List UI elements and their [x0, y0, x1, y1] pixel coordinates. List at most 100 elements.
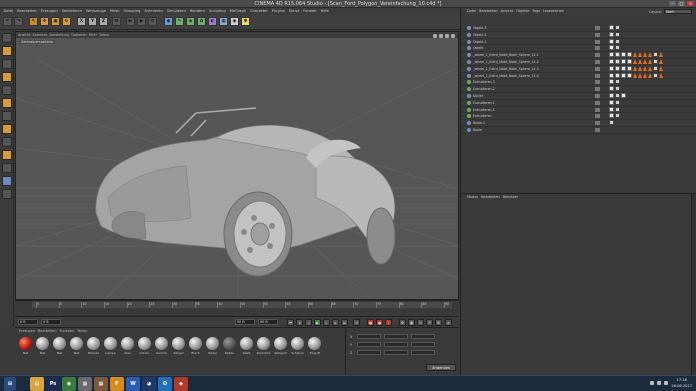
texture-mode-icon[interactable]: [2, 59, 12, 69]
menu-item-mesh[interactable]: Mesh: [109, 8, 121, 15]
phong-tag-icon[interactable]: [609, 45, 614, 51]
phong-tag-icon[interactable]: [609, 52, 614, 58]
timeline-menu-icon[interactable]: ≡: [445, 319, 452, 326]
material-item[interactable]: Türgriff: [307, 337, 322, 355]
warn-tag-icon[interactable]: [638, 72, 642, 78]
live-selection-icon[interactable]: ↖: [29, 17, 38, 26]
taskbar-app5-icon[interactable]: ▦: [94, 377, 108, 391]
warn-tag-icon[interactable]: [633, 72, 637, 78]
material-menu-funktion[interactable]: Funktion: [60, 329, 75, 333]
taskbar-app4-icon[interactable]: ▦: [78, 377, 92, 391]
visibility-dots-icon[interactable]: [595, 26, 600, 30]
coord-p-field[interactable]: [411, 342, 435, 347]
taskbar-photoshop-icon[interactable]: Ps: [46, 377, 60, 391]
material-item[interactable]: Rädel: [205, 337, 220, 355]
timeline[interactable]: 0 5 10 15 20 25 30 35 40 45 50 55 60 65 70 75 80 85 90: [15, 300, 459, 316]
check-tag-icon[interactable]: [653, 52, 658, 58]
material-item[interactable]: Mat: [52, 337, 67, 355]
menu-item-selektieren[interactable]: Selektieren: [60, 8, 83, 15]
object-menu-objekte[interactable]: Objekte: [516, 8, 529, 15]
check-tag-icon[interactable]: [653, 65, 658, 71]
taskbar-app6-icon[interactable]: F: [110, 377, 124, 391]
current-frame-field[interactable]: 0 B: [41, 319, 61, 325]
warn-tag-icon[interactable]: [659, 72, 663, 78]
attribute-menu-benutzer[interactable]: Benutzer: [503, 194, 518, 201]
axis-x-button[interactable]: X: [77, 17, 86, 26]
end-frame-field[interactable]: 90 B: [235, 319, 255, 325]
visibility-dots-icon[interactable]: [595, 107, 600, 112]
object-row[interactable]: Objekt.2: [461, 31, 696, 39]
phong-tag-icon[interactable]: [615, 52, 620, 58]
warn-tag-icon[interactable]: [643, 65, 647, 71]
visibility-dots-icon[interactable]: [595, 53, 600, 58]
phong-tag-icon[interactable]: [609, 31, 614, 37]
check-tag-icon[interactable]: [615, 106, 620, 112]
network-icon[interactable]: [650, 381, 654, 385]
material-item[interactable]: Chrom: [137, 337, 152, 355]
warn-tag-icon[interactable]: [633, 58, 637, 64]
object-name[interactable]: _wheel_1_Extrd_Nobil_Nobil_Sphere_14.4: [473, 73, 591, 79]
object-row[interactable]: Objekt: [461, 45, 696, 53]
material-item[interactable]: Scheinw: [290, 337, 305, 355]
phong-tag-icon[interactable]: [609, 99, 614, 105]
move-icon[interactable]: ✥: [40, 17, 49, 26]
light-icon[interactable]: ✱: [241, 17, 250, 26]
warn-tag-icon[interactable]: [633, 52, 637, 58]
object-row[interactable]: Objekt.3: [461, 25, 696, 32]
workplane-icon[interactable]: [2, 72, 12, 82]
pen-icon[interactable]: ✎: [175, 17, 184, 26]
visibility-dots-icon[interactable]: [595, 114, 600, 119]
warn-tag-icon[interactable]: [659, 52, 663, 58]
play-icon[interactable]: ▶: [314, 319, 321, 326]
windows-start-icon[interactable]: ⊞: [4, 377, 16, 391]
material-menu-erzeugen[interactable]: Erzeugen: [19, 329, 35, 333]
axis-z-button[interactable]: Z: [99, 17, 108, 26]
coord-h-field[interactable]: [411, 334, 435, 339]
warn-tag-icon[interactable]: [643, 72, 647, 78]
3d-viewport[interactable]: Ansicht Kameras Darstellung Optionen Filter T…: [15, 31, 459, 300]
phong-tag-icon[interactable]: [609, 72, 614, 78]
material-item[interactable]: Rücklicht: [256, 337, 271, 355]
phong-tag-icon[interactable]: [627, 52, 632, 58]
phong-tag-icon[interactable]: [609, 86, 614, 92]
object-name[interactable]: Extrudieren.1: [473, 107, 591, 113]
coord-b-field[interactable]: [411, 350, 435, 355]
phong-tag-icon[interactable]: [615, 65, 620, 71]
menu-item-charakter[interactable]: Charakter: [249, 8, 270, 15]
object-name[interactable]: Objekt.2: [473, 32, 591, 38]
redo-icon[interactable]: ↷: [14, 17, 23, 26]
phong-tag-icon[interactable]: [621, 52, 626, 58]
visibility-dots-icon[interactable]: [595, 121, 600, 126]
object-row[interactable]: Extrudieren.1: [461, 99, 696, 107]
warn-tag-icon[interactable]: [638, 52, 642, 58]
visibility-dots-icon[interactable]: [595, 127, 600, 132]
material-item[interactable]: Mat: [35, 337, 50, 355]
phong-tag-icon[interactable]: [609, 58, 614, 64]
visibility-dots-icon[interactable]: [595, 39, 600, 44]
object-name[interactable]: Kühler: [473, 93, 591, 99]
menu-item-animieren[interactable]: Animieren: [143, 8, 164, 15]
array-icon[interactable]: ✿: [197, 17, 206, 26]
object-row[interactable]: Extrudieren.1: [461, 106, 696, 114]
object-name[interactable]: Extrudieren.1: [473, 100, 591, 106]
step-back-icon[interactable]: ◃: [305, 319, 312, 326]
object-name[interactable]: Boole: [473, 127, 591, 133]
check-tag-icon[interactable]: [615, 99, 620, 105]
tweak-mode-icon[interactable]: [2, 137, 12, 147]
object-row[interactable]: Boole.1: [461, 120, 696, 127]
object-name[interactable]: Objekt.1: [473, 39, 591, 45]
scene-icon[interactable]: ▦: [219, 17, 228, 26]
start-frame-field[interactable]: 0 B: [18, 319, 38, 325]
go-to-end-icon[interactable]: ⏭: [341, 319, 348, 326]
model-mode-icon[interactable]: [2, 46, 12, 56]
keyframe-selection-icon[interactable]: ?: [385, 319, 392, 326]
maximize-button[interactable]: □: [678, 1, 685, 6]
subdivision-icon[interactable]: ◈: [186, 17, 195, 26]
material-item[interactable]: Kühlgrill: [273, 337, 288, 355]
next-key-icon[interactable]: ▸: [332, 319, 339, 326]
warn-tag-icon[interactable]: [648, 52, 652, 58]
visibility-dots-icon[interactable]: [595, 73, 600, 78]
timeline-ruler[interactable]: 0 5 10 15 20 25 30 35 40 45 50 55 60 65 70 75 80 85 90: [32, 302, 452, 308]
taskbar-explorer-icon[interactable]: ▤: [30, 377, 44, 391]
object-menu-bearbeiten[interactable]: Bearbeiten: [479, 8, 498, 15]
